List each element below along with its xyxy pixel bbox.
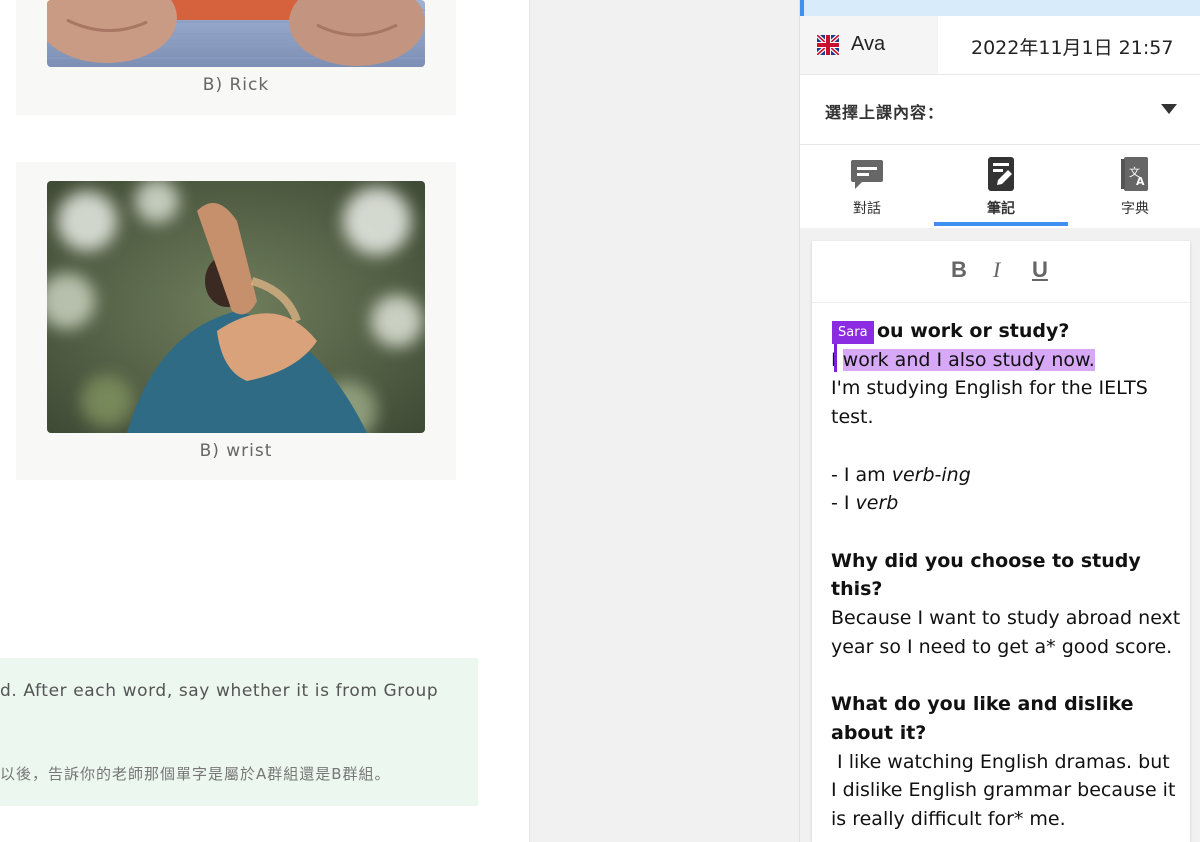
card-caption: B) wrist xyxy=(199,441,273,461)
bold-button[interactable]: B xyxy=(951,257,967,283)
note-italic: verb xyxy=(855,492,899,515)
divider xyxy=(800,74,1200,75)
divider-gap xyxy=(529,0,799,842)
lesson-side-panel: Ava 2022年11月1日 21:57 選擇上課內容： 對話 筆記 文 A 字… xyxy=(799,0,1200,842)
vocab-card-rick: B) Rick xyxy=(16,0,456,115)
tab-label: 對話 xyxy=(853,201,881,217)
user-info: Ava xyxy=(800,16,938,74)
wrist-photo xyxy=(47,181,425,433)
tab-dictionary[interactable]: 文 A 字典 xyxy=(1068,156,1200,226)
format-toolbar: B I U xyxy=(812,241,1190,303)
vocab-card-wrist: B) wrist xyxy=(16,162,456,480)
tab-notes[interactable]: 筆記 xyxy=(934,156,1068,226)
note-edit-icon xyxy=(984,156,1018,192)
card-caption: B) Rick xyxy=(202,75,270,95)
note-text: Because I want to study abroad next year… xyxy=(831,607,1181,658)
user-name: Ava xyxy=(851,33,886,55)
collaborator-name-tag: Sara xyxy=(832,321,874,344)
active-tab-indicator xyxy=(934,222,1068,226)
tab-label: 筆記 xyxy=(987,201,1015,217)
instruction-chinese: 以後，告訴你的老師那個單字是屬於A群組還是B群組。 xyxy=(0,765,391,783)
instruction-english: d. After each word, say whether it is fr… xyxy=(0,681,439,701)
lesson-datetime: 2022年11月1日 21:57 xyxy=(971,37,1174,59)
svg-text:A: A xyxy=(1136,175,1145,188)
underline-button[interactable]: U xyxy=(1032,257,1048,283)
chat-icon xyxy=(850,156,884,192)
italic-button[interactable]: I xyxy=(993,257,1000,283)
tab-chat[interactable]: 對話 xyxy=(800,156,934,226)
tab-label: 字典 xyxy=(1121,201,1149,217)
collaborator-selection: work and I also study now. xyxy=(842,348,1095,371)
panel-top-strip xyxy=(800,0,1200,16)
note-text: I'm studying English for the IELTS test. xyxy=(831,377,1148,429)
note-text: - I am xyxy=(831,463,892,486)
chevron-down-icon[interactable] xyxy=(1161,104,1177,114)
content-selector-label[interactable]: 選擇上課內容： xyxy=(825,99,944,123)
note-question: Why did you choose to study this? xyxy=(831,549,1141,601)
note-italic: verb-ing xyxy=(891,463,971,486)
notes-content[interactable]: ou work or study? I work and I also stud… xyxy=(831,317,1181,834)
notes-editor[interactable]: B I U ou work or study? I work and I als… xyxy=(812,241,1190,842)
uk-flag-icon xyxy=(815,33,841,57)
divider xyxy=(800,144,1200,145)
fists-photo xyxy=(47,0,425,67)
dictionary-icon: 文 A xyxy=(1118,156,1152,192)
note-text: I like watching English dramas. but I di… xyxy=(831,750,1182,830)
note-text: - I xyxy=(831,492,856,515)
instruction-box: d. After each word, say whether it is fr… xyxy=(0,658,478,806)
note-question: What do you like and dislike about it? xyxy=(831,693,1134,744)
